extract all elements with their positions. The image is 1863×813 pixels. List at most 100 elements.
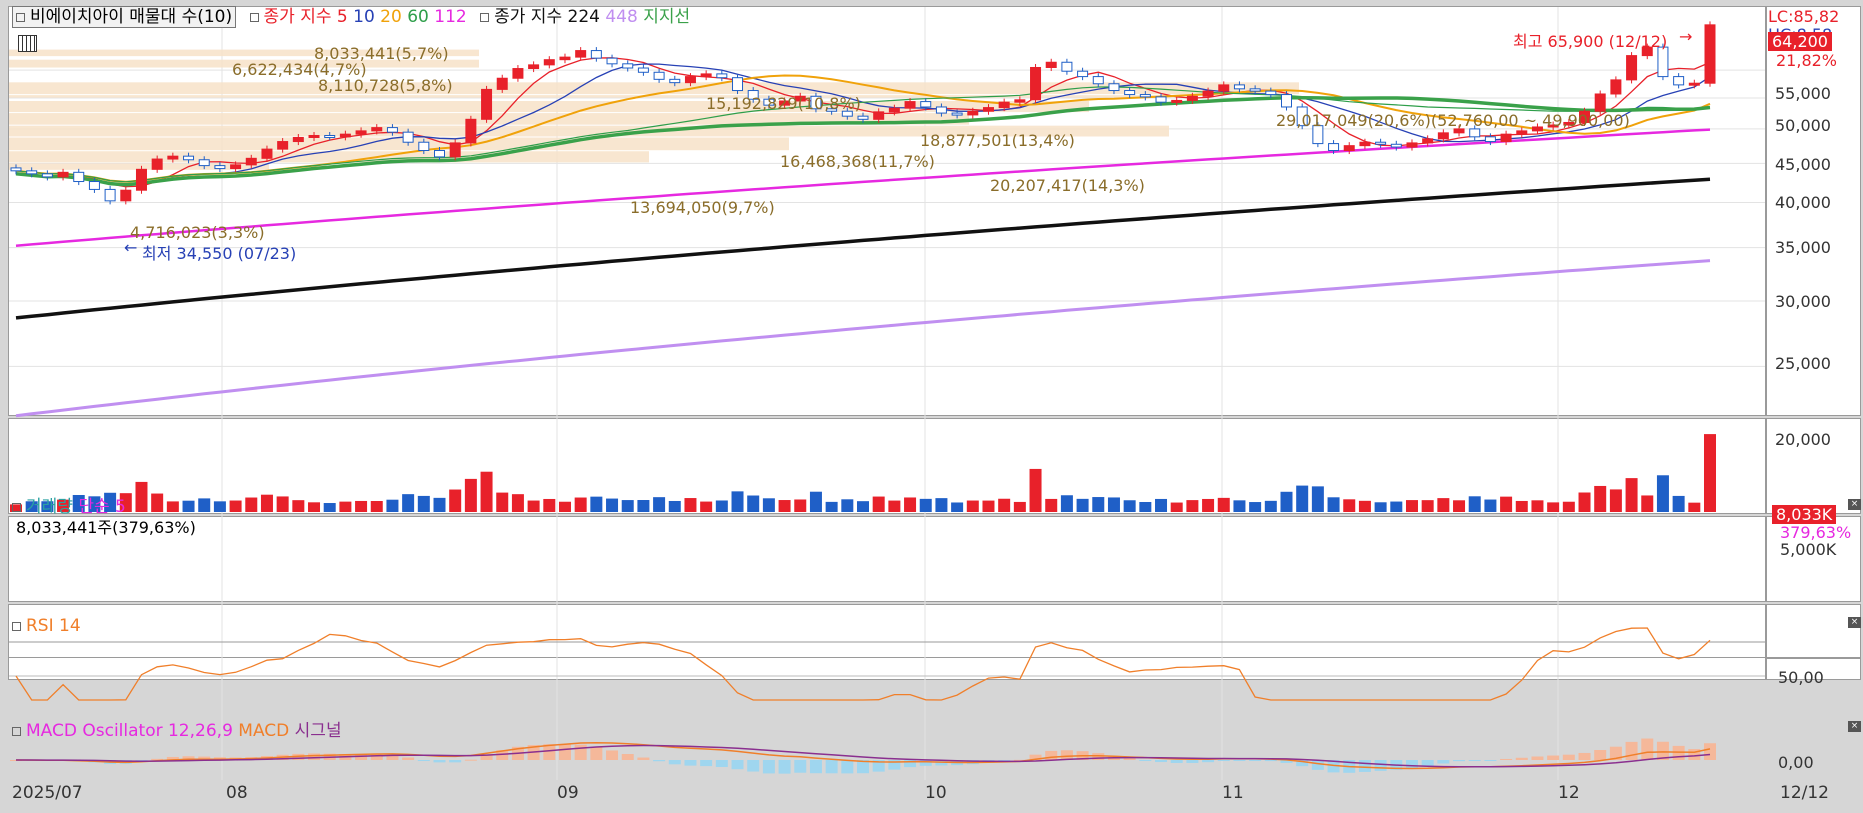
candle-body <box>120 189 132 202</box>
volume-bar <box>668 500 681 512</box>
candle-body <box>904 101 916 109</box>
candle-body <box>308 134 320 138</box>
candle-body <box>1500 133 1512 143</box>
candle-body <box>982 107 994 112</box>
volume-bar <box>323 503 336 512</box>
candle-body <box>1061 61 1073 72</box>
price-tick: 45,000 <box>1775 155 1831 174</box>
volume-bar <box>1123 500 1136 512</box>
rsi-close-icon[interactable]: × <box>1848 617 1861 628</box>
candle-body <box>935 106 947 114</box>
macd-osc-bar <box>653 760 666 762</box>
volume-bar <box>1374 502 1387 512</box>
macd-osc-bar <box>684 760 697 766</box>
vp-label: 15,192,829(10,8%) <box>706 94 861 113</box>
volume-bar <box>1515 500 1528 512</box>
macd-osc-bar <box>919 760 932 766</box>
volume-bar <box>1155 498 1168 512</box>
macd-osc-bar <box>464 759 477 761</box>
volume-bar <box>684 498 697 512</box>
macd-close-icon[interactable]: × <box>1848 721 1861 732</box>
macd-osc-bar <box>1641 738 1654 760</box>
candle-body <box>1343 145 1355 152</box>
macd-osc-bar <box>417 760 430 761</box>
candle-body <box>1359 141 1371 147</box>
volume-bar <box>590 496 603 512</box>
macd-osc-bar <box>1233 760 1246 761</box>
macd-osc-bar <box>809 760 822 774</box>
candle-body <box>1202 90 1214 97</box>
candle-body <box>151 158 163 170</box>
price-tick: 30,000 <box>1775 292 1831 311</box>
macd-osc-bar <box>1625 741 1638 760</box>
volume-bar <box>919 498 932 512</box>
volume-bar <box>245 497 258 512</box>
macd-osc-bar <box>621 754 634 760</box>
candle-body <box>857 115 869 120</box>
volume-bar <box>276 496 289 512</box>
candle-body <box>324 134 336 138</box>
macd-osc-bar <box>1186 760 1199 763</box>
volume-bar <box>904 497 917 512</box>
candle-body <box>1390 143 1402 148</box>
macd-tick: 0,00 <box>1778 753 1814 772</box>
candle-body <box>465 118 477 144</box>
volume-bar <box>998 498 1011 512</box>
candle-body <box>669 78 681 84</box>
macd-osc-bar <box>1672 745 1685 760</box>
macd-osc-bar <box>1437 760 1450 764</box>
vp-label: 18,877,501(13,4%) <box>920 131 1075 150</box>
volume-bar <box>1233 500 1246 512</box>
volume-bar <box>1060 495 1073 512</box>
macd-lines <box>10 738 1716 774</box>
ma2-legend[interactable]: 종가 지수 224 448 지지선 <box>480 7 690 27</box>
ma-legend[interactable]: 종가 지수 5 10 20 60 112 <box>249 7 467 27</box>
candle-body <box>590 50 602 59</box>
candle-body <box>528 64 540 70</box>
macd-osc-bar <box>668 760 681 765</box>
volume-bar <box>558 501 571 512</box>
candle-body <box>637 67 649 73</box>
volume-bar <box>1264 500 1277 512</box>
macd-osc-bar <box>778 760 791 774</box>
price-tick: 35,000 <box>1775 238 1831 257</box>
candle-body <box>402 131 414 143</box>
volume-close-icon[interactable]: × <box>1848 499 1861 510</box>
volume-tick: 5,000K <box>1780 540 1837 559</box>
macd-osc-bar <box>825 760 838 774</box>
volume-bar <box>621 500 634 512</box>
volume-bar <box>1296 485 1309 512</box>
candle-body <box>1045 61 1057 68</box>
macd-osc-bar <box>841 760 854 774</box>
stock-name[interactable]: 비에이치아이 매물대 수(10) <box>12 6 237 28</box>
macd-osc-bar <box>715 760 728 767</box>
volume-bar <box>355 500 368 512</box>
candle-body <box>1092 76 1104 85</box>
candle-body <box>214 165 226 170</box>
candle-body <box>339 133 351 138</box>
candle-body <box>732 77 744 92</box>
candle-body <box>449 142 461 158</box>
macd-osc-bar <box>558 744 571 760</box>
candle-body <box>496 77 508 90</box>
volume-bar <box>1405 500 1418 512</box>
volume-bar <box>653 497 666 512</box>
candle-body <box>575 50 587 58</box>
macd-osc-bar <box>762 760 775 774</box>
macd-osc-bar <box>1578 752 1591 760</box>
table-icon[interactable] <box>18 35 37 52</box>
candle-body <box>1328 143 1340 152</box>
candle-body <box>622 63 634 69</box>
volume-bar <box>151 493 164 512</box>
volume-bar <box>213 501 226 512</box>
volume-bar <box>511 494 524 512</box>
macd-osc-bar <box>1311 760 1324 770</box>
vp-label: 16,468,368(11,7%) <box>780 152 935 171</box>
candle-body <box>998 101 1010 109</box>
volume-bar <box>1704 434 1716 512</box>
macd-osc-bar <box>1264 760 1277 762</box>
volume-bar <box>1076 498 1089 512</box>
lc-label: LC:85,82 <box>1768 7 1840 26</box>
candle-body <box>277 141 289 150</box>
macd-osc-bar <box>1358 760 1371 772</box>
